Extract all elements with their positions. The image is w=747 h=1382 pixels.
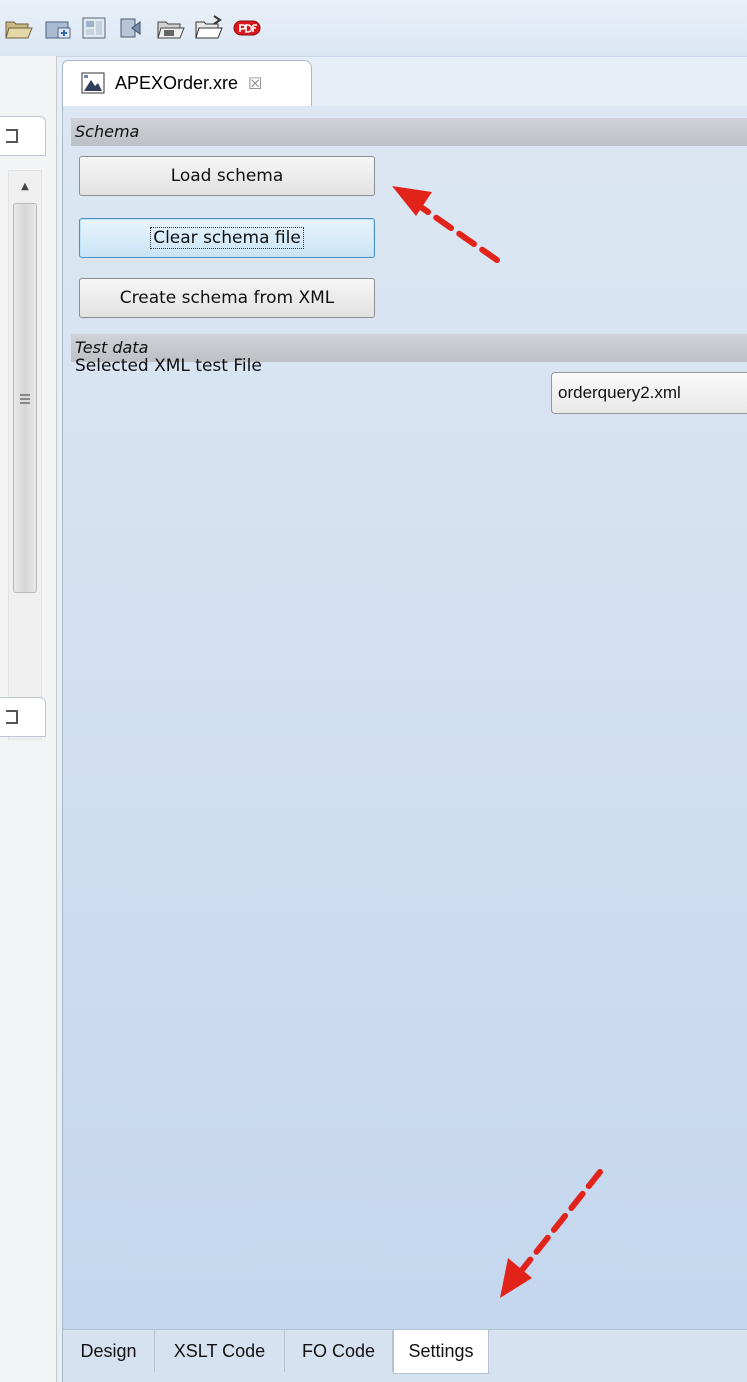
vertical-scrollbar[interactable]: ▲ ▼ <box>8 170 42 740</box>
tab-design[interactable]: Design <box>63 1330 155 1372</box>
save-pdf-folder-icon[interactable] <box>156 14 186 42</box>
left-side-panel: ▲ ▼ <box>0 56 57 1382</box>
clear-schema-file-button[interactable]: Clear schema file <box>79 218 375 258</box>
editor-tab-apexorder[interactable]: APEXOrder.xre ☒ <box>62 60 312 106</box>
scroll-up-arrow-icon[interactable]: ▲ <box>9 171 41 201</box>
clear-schema-label: Clear schema file <box>150 227 304 249</box>
tab-settings[interactable]: Settings <box>393 1330 489 1374</box>
selected-xml-test-file-label: Selected XML test File <box>75 356 262 376</box>
settings-editor: Schema Load schema Clear schema file Cre… <box>62 106 747 1382</box>
restore-panel-icon[interactable] <box>6 710 18 724</box>
load-schema-label: Load schema <box>170 166 284 186</box>
plugin-icon[interactable] <box>118 14 148 42</box>
scrollbar-grip-icon <box>20 394 30 404</box>
app-window: ▲ ▼ APEXOrder.xre ☒ Schema Load schema C… <box>0 0 747 1382</box>
scrollbar-thumb[interactable] <box>13 203 37 593</box>
editor-bottom-tabs: Design XSLT Code FO Code Settings <box>63 1329 747 1382</box>
layout-icon[interactable] <box>80 14 110 42</box>
create-schema-label: Create schema from XML <box>119 288 335 308</box>
toolbar <box>0 0 747 57</box>
load-schema-button[interactable]: Load schema <box>79 156 375 196</box>
tab-xslt-code[interactable]: XSLT Code <box>155 1330 285 1372</box>
open-folder-icon[interactable] <box>194 14 224 42</box>
pdf-icon[interactable] <box>232 14 262 42</box>
open-folder-icon[interactable] <box>4 14 34 42</box>
left-panel-tab[interactable] <box>0 116 46 156</box>
report-file-icon <box>81 72 105 93</box>
selected-xml-file-field[interactable]: orderquery2.xml <box>551 372 747 414</box>
create-schema-from-xml-button[interactable]: Create schema from XML <box>79 278 375 318</box>
restore-panel-icon[interactable] <box>6 129 18 143</box>
close-tab-icon[interactable]: ☒ <box>248 74 262 93</box>
add-folder-icon[interactable] <box>44 14 74 42</box>
left-bottom-panel-tab[interactable] <box>0 697 46 737</box>
schema-section-header: Schema <box>71 118 747 146</box>
editor-tab-title: APEXOrder.xre <box>115 73 239 93</box>
tab-fo-code[interactable]: FO Code <box>285 1330 393 1372</box>
